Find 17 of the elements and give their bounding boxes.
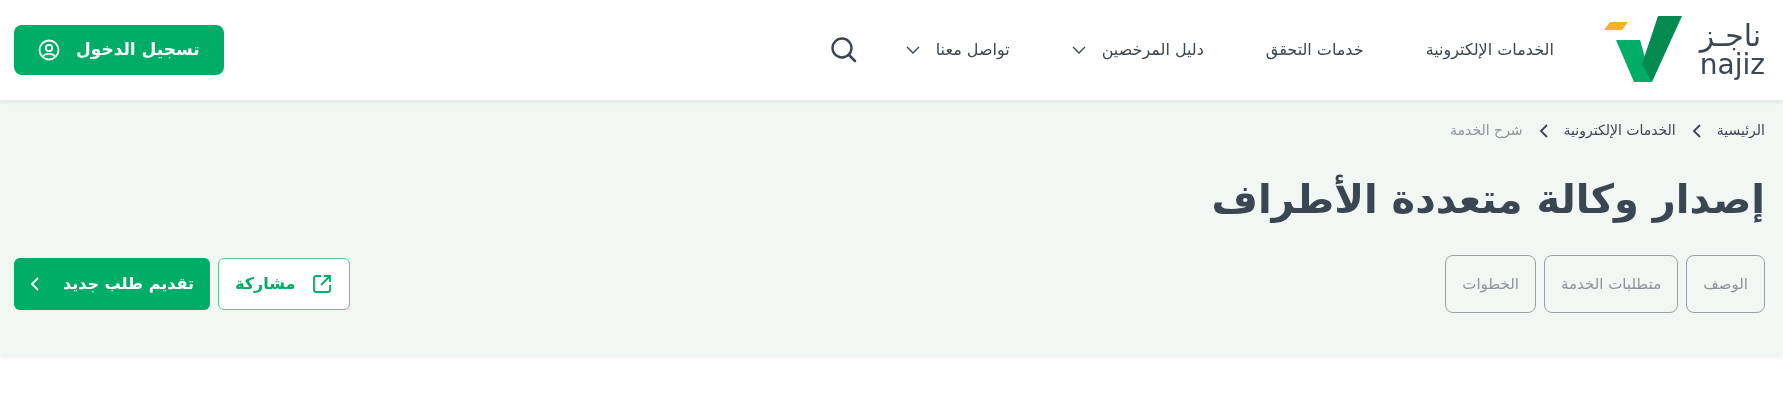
nav-link[interactable]: تواصل معنا: [905, 38, 1010, 62]
chevron-down-icon: [905, 46, 920, 54]
nav-link[interactable]: الخدمات الإلكترونية: [1425, 38, 1554, 62]
search-icon[interactable]: [829, 36, 858, 64]
user-icon: [38, 39, 60, 61]
breadcrumb-item[interactable]: الرئيسية: [1716, 120, 1765, 141]
chevron-left-icon: [1691, 123, 1701, 138]
logo-text: ناجـز: [1699, 21, 1762, 51]
chevron-left-icon: [30, 277, 39, 291]
breadcrumb-item[interactable]: الخدمات الإلكترونية: [1563, 120, 1676, 141]
external-link-icon: [311, 273, 334, 295]
nav-link[interactable]: دليل المرخصين: [1071, 38, 1204, 62]
page-title: إصدار وكالة متعددة الأطراف: [1210, 175, 1765, 223]
chevron-down-icon: [1071, 46, 1086, 54]
nav-link[interactable]: خدمات التحقق: [1265, 38, 1364, 62]
chevron-left-icon: [1538, 123, 1548, 138]
breadcrumb-item: شرح الخدمة: [1450, 121, 1523, 141]
